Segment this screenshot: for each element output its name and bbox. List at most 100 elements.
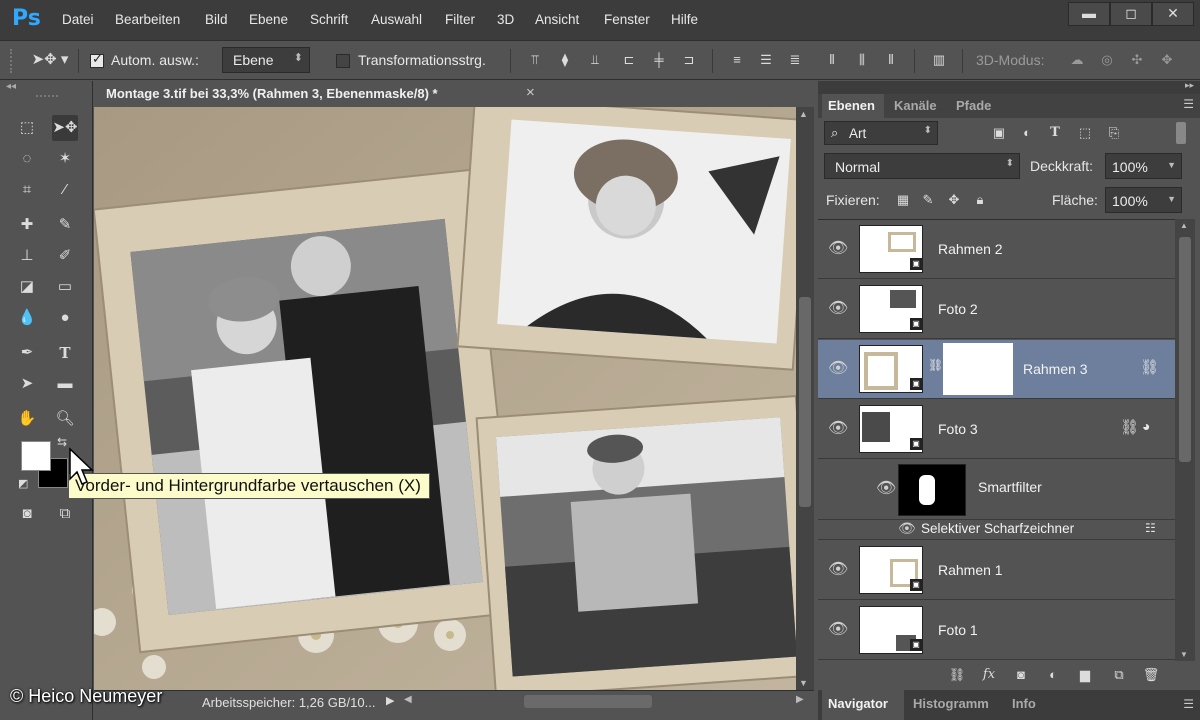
screen-mode-icon[interactable]: ⧉ [52,501,78,527]
layer-mask-thumbnail[interactable] [943,343,1013,395]
filter-type-icon[interactable]: T [1046,124,1064,142]
filter-smartobject-icon[interactable]: ⎘ [1105,124,1123,142]
3d-slide-icon[interactable]: ✥ [1158,51,1176,69]
tab-navigator[interactable]: Navigator [828,696,888,711]
history-brush-icon[interactable]: ✐ [52,243,78,269]
lock-pixels-icon[interactable]: ✎ [919,191,937,209]
menu-bearbeiten[interactable]: Bearbeiten [115,12,180,27]
move-tool-preset-icon[interactable]: ➤✥ ▾ [30,51,70,69]
type-tool-icon[interactable]: T [52,340,78,366]
align-hcenter-icon[interactable]: ╪ [650,51,668,69]
gradient-icon[interactable]: ▭ [52,274,78,300]
layer-row-foto-1[interactable]: 👁︎ ▣ Foto 1 [818,601,1175,660]
zoom-icon[interactable]: 🔍︎ [52,406,78,432]
filter-options-icon[interactable]: ☷ [1145,521,1156,535]
menu-datei[interactable]: Datei [62,12,94,27]
lock-all-icon[interactable]: 🔒︎ [971,191,989,209]
magic-wand-icon[interactable]: ✶ [52,146,78,172]
new-layer-icon[interactable]: ⧉ [1110,666,1128,684]
filter-toggle[interactable] [1176,122,1186,144]
transform-controls-checkbox[interactable] [336,54,350,68]
document-canvas[interactable] [94,107,796,690]
default-colors-icon[interactable]: ◩ [18,477,28,490]
menu-schrift[interactable]: Schrift [310,12,348,27]
align-right-icon[interactable]: ⊐ [680,51,698,69]
3d-roll-icon[interactable]: ◎ [1098,51,1116,69]
scroll-down-icon[interactable]: ▼ [1180,650,1188,659]
link-layers-icon[interactable]: ⛓ [948,666,966,684]
maximize-button[interactable]: ◻ [1110,2,1152,26]
horizontal-scroll-thumb[interactable] [524,695,652,708]
scroll-up-icon[interactable]: ▲ [799,109,808,119]
distribute-bottom-icon[interactable]: ≣ [786,51,804,69]
menu-auswahl[interactable]: Auswahl [371,12,422,27]
distribute-vcenter-icon[interactable]: ☰ [757,51,775,69]
menu-fenster[interactable]: Fenster [604,12,650,27]
visibility-eye-icon[interactable]: 👁︎ [828,619,848,639]
foreground-color-swatch[interactable] [21,441,51,471]
scroll-up-icon[interactable]: ▲ [1180,221,1188,230]
visibility-eye-icon[interactable]: 👁︎ [828,418,848,438]
menu-ansicht[interactable]: Ansicht [535,12,579,27]
pen-icon[interactable]: ✒ [14,340,40,366]
scroll-left-icon[interactable]: ◀ [404,694,412,705]
healing-brush-icon[interactable]: ✚ [14,212,40,238]
menu-3d[interactable]: 3D [497,12,514,27]
align-left-icon[interactable]: ⊏ [620,51,638,69]
minimize-button[interactable]: ▬ [1068,2,1110,26]
path-selection-icon[interactable]: ➤ [14,371,40,397]
panel-menu-icon[interactable]: ☰ [1183,697,1194,711]
blend-mode-dropdown[interactable]: Normal ⬍ [824,153,1020,179]
close-button[interactable]: ✕ [1152,2,1194,26]
filter-adjustment-icon[interactable]: ◐ [1018,124,1036,142]
lock-transparency-icon[interactable]: ▦ [894,191,912,209]
align-top-icon[interactable]: ⫪ [526,51,544,69]
tab-info[interactable]: Info [1012,696,1036,711]
dodge-icon[interactable]: ● [52,305,78,331]
lock-position-icon[interactable]: ✥ [945,191,963,209]
visibility-eye-icon[interactable]: 👁︎ [828,298,848,318]
menu-filter[interactable]: Filter [445,12,475,27]
status-menu-icon[interactable]: ▶ [386,694,394,707]
3d-pan-icon[interactable]: ✣ [1128,51,1146,69]
add-mask-icon[interactable]: ◙ [1012,666,1030,684]
adjustment-layer-icon[interactable]: ◐ [1044,666,1062,684]
panel-menu-icon[interactable]: ☰ [1183,97,1194,111]
distribute-right-icon[interactable]: ⦀ [882,51,900,69]
clone-stamp-icon[interactable]: ⊥ [14,243,40,269]
fill-field[interactable]: 100% ▼ [1105,187,1182,213]
filter-entry-row[interactable]: 👁︎ Selektiver Scharfzeichner ☷ [818,520,1175,540]
visibility-eye-icon[interactable]: 👁︎ [898,520,916,537]
eyedropper-icon[interactable]: ⁄ [52,177,78,203]
distribute-top-icon[interactable]: ≡ [728,51,746,69]
filter-kind-dropdown[interactable]: ⌕ Art ⬍ [824,121,938,145]
visibility-eye-icon[interactable]: 👁︎ [876,478,896,498]
auto-select-dropdown[interactable]: Ebene ⬍ [222,47,310,73]
mask-link-icon[interactable]: ⛓ [928,358,943,372]
layer-row-foto-2[interactable]: 👁︎ ▣ Foto 2 [818,280,1175,339]
3d-orbit-icon[interactable]: ☁ [1068,51,1086,69]
smart-filter-row[interactable]: 👁︎ Smartfilter [818,460,1175,520]
auto-select-checkbox[interactable]: ✓ [90,51,104,68]
hand-icon[interactable]: ✋ [14,406,40,432]
menu-bild[interactable]: Bild [205,12,228,27]
auto-align-icon[interactable]: ▥ [930,51,948,69]
distribute-left-icon[interactable]: ⦀ [823,51,841,69]
menu-hilfe[interactable]: Hilfe [671,12,698,27]
eraser-icon[interactable]: ◪ [14,274,40,300]
tab-ebenen[interactable]: Ebenen [828,98,875,113]
brush-icon[interactable]: ✎ [52,212,78,238]
tab-kanaele[interactable]: Kanäle [894,98,937,113]
crop-icon[interactable]: ⌗ [14,177,40,203]
layer-row-rahmen-3[interactable]: 👁︎ ▣ ⛓ Rahmen 3 ⛓ [818,340,1175,399]
document-tab[interactable]: Montage 3.tif bei 33,3% (Rahmen 3, Ebene… [94,81,544,107]
visibility-eye-icon[interactable]: 👁︎ [828,358,848,378]
opacity-field[interactable]: 100% ▼ [1105,153,1182,179]
blur-icon[interactable]: 💧 [14,305,40,331]
visibility-eye-icon[interactable]: 👁︎ [828,559,848,579]
align-bottom-icon[interactable]: ⫫ [586,51,604,69]
swap-colors-icon[interactable]: ⇆ [57,435,67,449]
scroll-thumb[interactable] [1179,237,1191,462]
lasso-icon[interactable]: ◌ [14,146,40,172]
quick-mask-icon[interactable]: ◙ [14,501,40,527]
